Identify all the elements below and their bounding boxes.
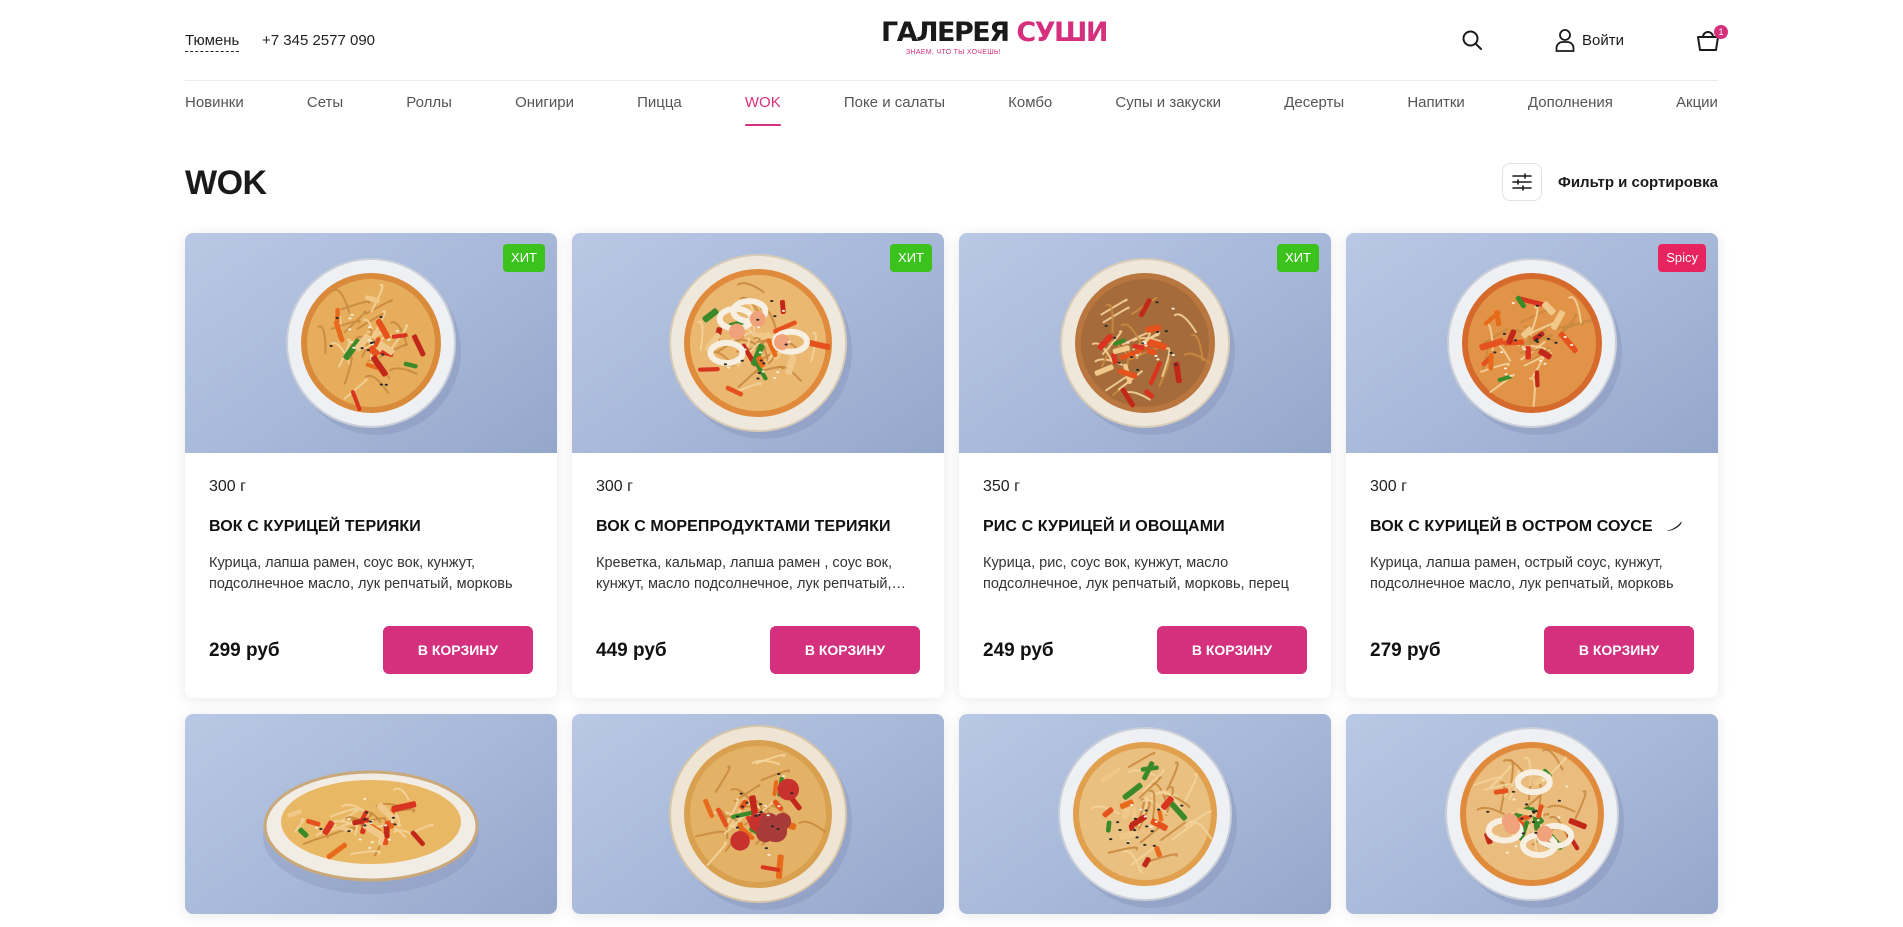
product-card [185, 714, 557, 914]
category-nav: Новинки Сеты Роллы Онигири Пицца WOK Поке и са… [185, 81, 1718, 131]
product-weight: 350 г [983, 478, 1020, 495]
product-price: 449 руб [596, 640, 667, 661]
login-label: Войти [1582, 31, 1624, 49]
user-icon [1555, 29, 1575, 52]
product-card: ХИТ 300 г ВОК С МОРЕПРОДУКТАМИ ТЕРИЯКИ К… [572, 233, 944, 698]
product-description: Креветка, кальмар, лапша рамен , соус во… [596, 555, 893, 592]
product-image[interactable] [1346, 714, 1718, 914]
add-to-cart-button[interactable]: В КОРЗИНУ [1157, 626, 1307, 674]
nav-item[interactable]: Сеты [307, 81, 343, 131]
nav-item[interactable]: Поке и салаты [844, 81, 945, 131]
product-name[interactable]: ВОК С КУРИЦЕЙ ТЕРИЯКИ [209, 518, 533, 536]
product-image[interactable]: ХИТ [959, 233, 1331, 453]
search-button[interactable] [1460, 28, 1484, 52]
product-card: Spicy 300 г ВОК С КУРИЦЕЙ В ОСТРОМ СОУСЕ… [1346, 233, 1718, 698]
product-image[interactable]: ХИТ [185, 233, 557, 453]
city-selector[interactable]: Тюмень [185, 32, 240, 52]
nav-item[interactable]: Пицца [637, 81, 682, 131]
product-description: Курица, лапша рамен, острый соус, кунжут… [1370, 555, 1674, 592]
phone-link[interactable]: +7 345 2577 090 [262, 32, 375, 49]
product-grid: ХИТ 300 г ВОК С КУРИЦЕЙ ТЕРИЯКИ Курица, … [185, 233, 1718, 914]
product-weight: 300 г [596, 478, 633, 495]
product-image[interactable] [572, 714, 944, 914]
search-icon [1462, 30, 1482, 50]
product-name[interactable]: ВОК С КУРИЦЕЙ В ОСТРОМ СОУСЕ [1370, 518, 1694, 536]
product-image[interactable]: ХИТ [572, 233, 944, 453]
product-description: Курица, лапша рамен, соус вок, кунжут, п… [209, 555, 513, 592]
add-to-cart-button[interactable]: В КОРЗИНУ [383, 626, 533, 674]
filter-icon [1502, 163, 1543, 201]
site-logo[interactable]: ГАЛЕРЕЯ СУШИ ЗНАЕМ, ЧТО ТЫ ХОЧЕШЬ! [881, 17, 1108, 60]
product-description: Курица, рис, соус вок, кунжут, масло под… [983, 555, 1289, 592]
logo-text: ГАЛЕРЕЯ СУШИ [881, 17, 1108, 48]
product-image[interactable]: Spicy [1346, 233, 1718, 453]
filter-sort-label: Фильтр и сортировка [1558, 173, 1718, 191]
product-weight: 300 г [209, 478, 246, 495]
product-weight: 300 г [1370, 478, 1407, 495]
filter-sort-button[interactable]: Фильтр и сортировка [1502, 163, 1718, 201]
product-price: 279 руб [1370, 640, 1441, 661]
nav-item[interactable]: Супы и закуски [1115, 81, 1221, 131]
nav-item[interactable]: Новинки [185, 81, 244, 131]
spicy-badge: Spicy [1658, 244, 1706, 272]
product-card: ХИТ 350 г РИС С КУРИЦЕЙ И ОВОЩАМИ Курица… [959, 233, 1331, 698]
nav-item[interactable]: Комбо [1008, 81, 1052, 131]
nav-item[interactable]: Напитки [1407, 81, 1465, 131]
product-card: ХИТ 300 г ВОК С КУРИЦЕЙ ТЕРИЯКИ Курица, … [185, 233, 557, 698]
page-title: WOK [185, 164, 267, 202]
login-button[interactable]: Войти [1554, 28, 1624, 52]
product-name[interactable]: РИС С КУРИЦЕЙ И ОВОЩАМИ [983, 518, 1307, 536]
product-image[interactable] [959, 714, 1331, 914]
nav-item[interactable]: Дополнения [1528, 81, 1613, 131]
product-name[interactable]: ВОК С МОРЕПРОДУКТАМИ ТЕРИЯКИ [596, 518, 920, 536]
hit-badge: ХИТ [503, 244, 545, 272]
cart-count-badge: 1 [1714, 25, 1728, 39]
nav-item[interactable]: WOK [744, 81, 781, 131]
page-heading: WOK Фильтр и сортировка [185, 160, 1718, 204]
product-card [1346, 714, 1718, 914]
nav-item[interactable]: Акции [1676, 81, 1718, 131]
add-to-cart-button[interactable]: В КОРЗИНУ [770, 626, 920, 674]
nav-item[interactable]: Десерты [1284, 81, 1344, 131]
logo-tagline: ЗНАЕМ, ЧТО ТЫ ХОЧЕШЬ! [905, 49, 1002, 56]
nav-item[interactable]: Онигири [515, 81, 574, 131]
nav-item[interactable]: Роллы [406, 81, 452, 131]
site-header: Тюмень +7 345 2577 090 ГАЛЕРЕЯ СУШИ ЗНАЕ… [185, 0, 1728, 81]
product-card [572, 714, 944, 914]
hit-badge: ХИТ [890, 244, 932, 272]
product-image[interactable] [185, 714, 557, 914]
add-to-cart-button[interactable]: В КОРЗИНУ [1544, 626, 1694, 674]
hit-badge: ХИТ [1277, 244, 1319, 272]
chili-icon [1666, 521, 1683, 531]
product-price: 299 руб [209, 640, 280, 661]
product-card [959, 714, 1331, 914]
cart-button[interactable]: 1 [1695, 25, 1728, 55]
product-price: 249 руб [983, 640, 1054, 661]
